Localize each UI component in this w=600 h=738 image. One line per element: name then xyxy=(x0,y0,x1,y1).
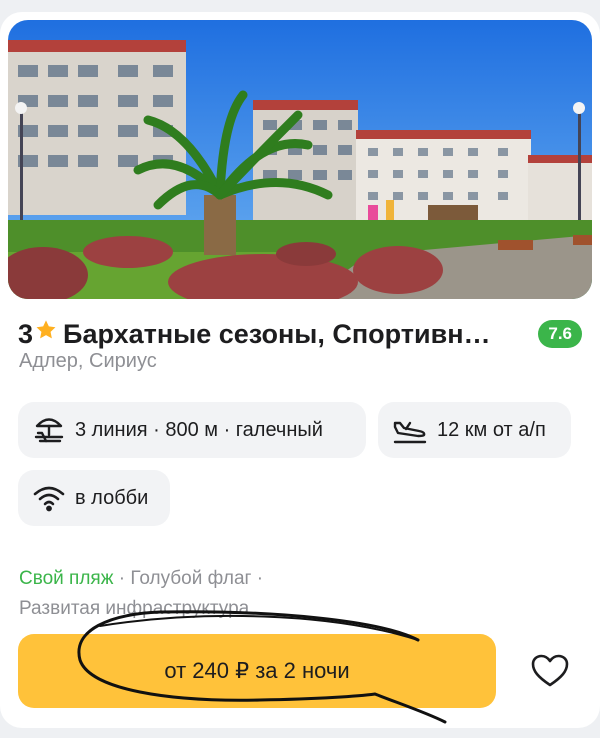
feature-blue-flag: Голубой флаг xyxy=(130,568,252,589)
wifi-info: в лобби xyxy=(75,486,149,509)
beach-umbrella-icon xyxy=(34,418,64,443)
hotel-features: Свой пляж · Голубой флаг · Развитая инфр… xyxy=(19,564,263,624)
feature-separator: · xyxy=(251,568,264,589)
hotel-location: Адлер, Сириус xyxy=(19,350,157,372)
price-button[interactable]: от 240 ₽ за 2 ночи xyxy=(18,634,496,708)
beach-chip: 3 линия · 800 м · галечный xyxy=(18,402,366,458)
title-row: 3 Бархатные сезоны, Спортивн… 7.6 xyxy=(18,314,582,354)
hotel-name[interactable]: Бархатные сезоны, Спортивн… xyxy=(63,319,509,350)
heart-icon[interactable] xyxy=(530,653,570,689)
star-icon xyxy=(36,320,56,339)
airport-distance: 12 км от а/п xyxy=(437,418,546,441)
beach-info: 3 линия · 800 м · галечный xyxy=(75,418,323,441)
feature-separator: · xyxy=(113,568,131,589)
airplane-landing-icon xyxy=(393,421,427,444)
feature-own-beach: Свой пляж xyxy=(19,568,114,589)
star-count: 3 xyxy=(18,318,34,349)
wifi-chip: в лобби xyxy=(18,470,170,526)
rating-badge: 7.6 xyxy=(538,320,582,348)
feature-infrastructure: Развитая инфраструктура xyxy=(19,598,250,619)
hotel-photo[interactable] xyxy=(8,20,592,299)
airport-chip: 12 км от а/п xyxy=(378,402,571,458)
wifi-icon xyxy=(33,486,65,512)
hotel-card[interactable]: 3 Бархатные сезоны, Спортивн… 7.6 Адлер,… xyxy=(0,12,600,728)
